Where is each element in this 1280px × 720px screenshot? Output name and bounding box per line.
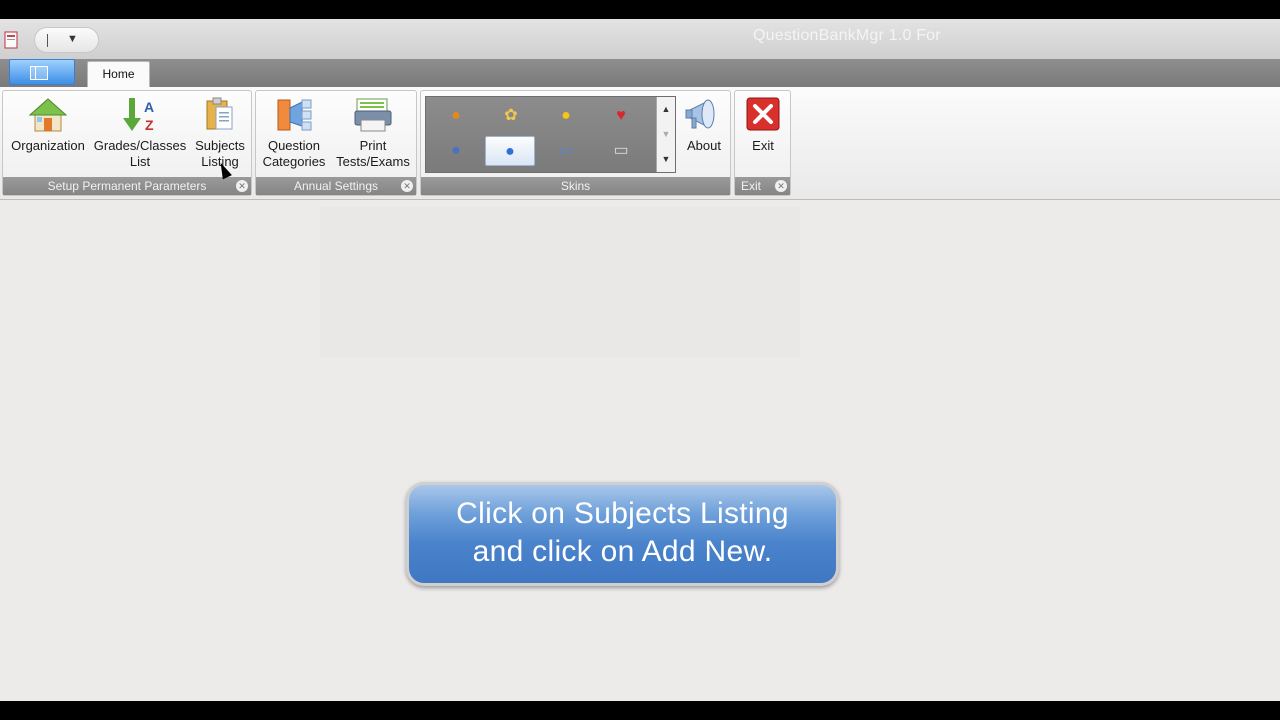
- quick-access-separator: [47, 34, 48, 47]
- group-label-setup-text: Setup Permanent Parameters: [47, 179, 207, 193]
- workspace-panel: [320, 207, 800, 357]
- dialog-launcher-icon[interactable]: ✕: [401, 180, 413, 192]
- skins-gallery: ● ✿ ● ♥ ● ● ▭ ▭ ▲ ▼ ▼: [425, 96, 676, 173]
- question-categories-button[interactable]: Question Categories: [258, 96, 330, 170]
- ribbon: Organization A Z Grades/Classes List Sub…: [0, 87, 1280, 200]
- close-icon: [746, 97, 780, 131]
- subjects-listing-button[interactable]: Subjects Listing: [189, 96, 251, 170]
- ribbon-group-skins: ● ✿ ● ♥ ● ● ▭ ▭ ▲ ▼ ▼ About Skins: [420, 90, 731, 196]
- sort-az-icon: A Z: [123, 98, 154, 133]
- organization-label: Organization: [11, 138, 85, 153]
- skin-swatch-icon: ●: [505, 143, 515, 160]
- svg-text:A: A: [144, 99, 154, 115]
- megaphone-icon: [685, 99, 715, 129]
- gallery-scrollbar[interactable]: ▲ ▼ ▼: [656, 97, 675, 172]
- scroll-down-icon[interactable]: ▼: [657, 122, 675, 147]
- categories-icon: [277, 99, 312, 131]
- application-window: ▼ QuestionBankMgr 1.0 For Home Organizat…: [0, 19, 1280, 701]
- group-label-exit-text: Exit: [741, 179, 762, 193]
- grades-label-line1: Grades/Classes: [93, 138, 187, 153]
- dialog-launcher-icon[interactable]: ✕: [236, 180, 248, 192]
- about-label: About: [687, 138, 721, 153]
- categories-label-line2: Categories: [262, 154, 326, 169]
- callout-line1: Click on Subjects Listing: [456, 497, 789, 530]
- skin-item[interactable]: ●: [542, 101, 590, 131]
- group-label-skins: Skins: [421, 177, 730, 195]
- exit-button[interactable]: Exit: [738, 96, 788, 154]
- window-title: QuestionBankMgr 1.0 For: [753, 27, 941, 44]
- skin-item[interactable]: ♥: [597, 101, 645, 131]
- print-label-line2: Tests/Exams: [336, 154, 410, 169]
- house-icon: [28, 98, 68, 132]
- svg-text:Z: Z: [145, 117, 154, 133]
- customize-dropdown-icon[interactable]: ▼: [67, 33, 78, 45]
- exit-label: Exit: [752, 138, 774, 153]
- printer-icon: [354, 98, 392, 132]
- instruction-callout: Click on Subjects Listing and click on A…: [406, 482, 839, 586]
- print-label-line1: Print: [359, 138, 387, 153]
- callout-line2: and click on Add New.: [472, 535, 773, 568]
- subjects-label-line1: Subjects: [195, 138, 245, 153]
- print-tests-exams-button[interactable]: Print Tests/Exams: [332, 96, 414, 170]
- scroll-up-icon[interactable]: ▲: [657, 97, 675, 122]
- skin-swatch-icon: ♥: [616, 107, 626, 124]
- group-label-annual: Annual Settings ✕: [256, 177, 416, 195]
- quick-access-toolbar[interactable]: ▼: [34, 27, 99, 53]
- skin-swatch-icon: ▭: [613, 142, 629, 159]
- clipboard-icon: [206, 97, 233, 130]
- group-label-setup: Setup Permanent Parameters ✕: [3, 177, 251, 195]
- skin-swatch-icon: ✿: [504, 107, 518, 124]
- ribbon-group-setup: Organization A Z Grades/Classes List Sub…: [2, 90, 252, 196]
- skin-item[interactable]: ✿: [487, 101, 535, 131]
- group-label-exit: Exit ✕: [735, 177, 790, 195]
- skin-item[interactable]: ●: [432, 101, 480, 131]
- app-icon[interactable]: [4, 31, 18, 49]
- skin-swatch-icon: ●: [451, 142, 461, 159]
- skin-swatch-icon: ▭: [558, 142, 574, 159]
- instruction-callout-body: Click on Subjects Listing and click on A…: [409, 485, 836, 583]
- ribbon-group-exit: Exit Exit ✕: [734, 90, 791, 196]
- title-bar: ▼ QuestionBankMgr 1.0 For: [0, 19, 1280, 59]
- skin-item[interactable]: ●: [432, 136, 480, 166]
- organization-button[interactable]: Organization: [5, 96, 91, 154]
- tab-home[interactable]: Home: [87, 61, 150, 87]
- ribbon-group-annual: Question Categories Print Tests/Exams An…: [255, 90, 417, 196]
- about-button[interactable]: About: [679, 96, 729, 154]
- grades-classes-list-button[interactable]: A Z Grades/Classes List: [93, 96, 187, 170]
- skin-swatch-icon: ●: [451, 107, 461, 124]
- dialog-launcher-icon[interactable]: ✕: [775, 180, 787, 192]
- application-menu-button[interactable]: [9, 59, 75, 85]
- ribbon-tab-row: Home: [0, 59, 1280, 87]
- document-icon: [30, 66, 48, 80]
- categories-label-line1: Question: [267, 138, 321, 153]
- skin-item[interactable]: ▭: [597, 136, 645, 166]
- gallery-expand-icon[interactable]: ▼: [657, 147, 675, 172]
- group-label-annual-text: Annual Settings: [293, 179, 379, 193]
- grades-label-line2: List: [129, 154, 151, 169]
- skin-item[interactable]: ▭: [542, 136, 590, 166]
- skin-item-selected[interactable]: ●: [485, 136, 535, 166]
- skin-swatch-icon: ●: [561, 107, 571, 124]
